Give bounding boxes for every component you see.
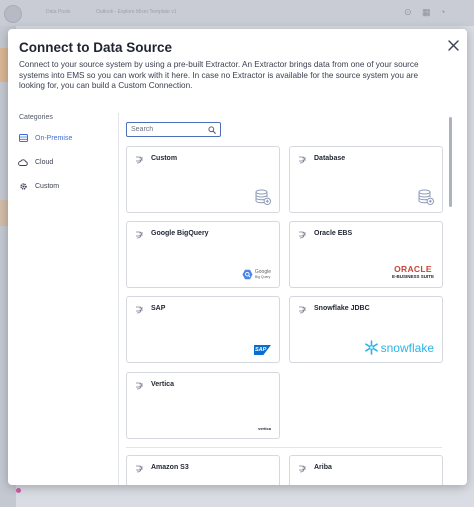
oracle-logo-text: ORACLE (394, 264, 432, 274)
google-logo-text: Google (254, 268, 271, 275)
sidebar-divider (118, 113, 119, 485)
background-breadcrumb-1: Data Pools (46, 9, 71, 15)
scrollbar[interactable] (449, 117, 452, 207)
connector-name: SAP (151, 305, 166, 312)
close-icon (447, 39, 459, 51)
plug-icon (299, 465, 306, 473)
category-label: Cloud (35, 158, 54, 166)
plug-icon (299, 231, 306, 239)
connector-name: Custom (151, 155, 178, 162)
connector-card-vertica[interactable]: Vertica vertica (126, 372, 280, 439)
connector-name: Google BigQuery (151, 230, 209, 237)
connector-card-google-bigquery[interactable]: Google BigQuery Google Big Query (126, 221, 280, 288)
sap-logo: SAP (254, 345, 271, 355)
category-label: Custom (35, 182, 60, 190)
search-box[interactable] (126, 122, 221, 137)
category-cloud[interactable]: Cloud (18, 155, 53, 169)
gear-icon (18, 181, 28, 191)
bigquery-hexagon-icon (242, 269, 253, 280)
plug-icon (136, 156, 143, 164)
category-label: On-Premise (35, 134, 73, 142)
connector-card-sap[interactable]: SAP SAP (126, 296, 280, 363)
cloud-icon (18, 157, 28, 167)
category-on-premise[interactable]: On-Premise (18, 131, 72, 145)
snowflake-icon (364, 340, 378, 355)
oracle-logo: ORACLE E-BUSINESS SUITE (391, 264, 434, 280)
bigquery-logo-text: Big Query (254, 274, 271, 279)
database-plus-icon (418, 189, 434, 205)
snowflake-logo-text: snowflake (380, 340, 434, 355)
connector-name: Amazon S3 (151, 464, 189, 471)
plug-icon (136, 382, 143, 390)
connector-card-custom[interactable]: Custom (126, 146, 280, 213)
background-avatar (4, 5, 22, 23)
search-icon (208, 125, 216, 134)
connector-name: Snowflake JDBC (314, 305, 370, 312)
connector-name: Oracle EBS (314, 230, 353, 237)
sap-logo-text: SAP (255, 347, 267, 353)
background-breadcrumb-2: Outlook - Explore Mixer Template v1 (96, 9, 177, 15)
background-bell-icon: ◔ (440, 7, 446, 17)
category-custom[interactable]: Custom (18, 179, 59, 193)
connector-name: Vertica (151, 381, 174, 388)
connector-card-amazon-s3[interactable]: Amazon S3 (126, 455, 280, 485)
close-button[interactable] (445, 37, 461, 53)
section-divider (126, 447, 442, 448)
modal-description: Connect to your source system by using a… (19, 60, 419, 91)
background-topbar: Data Pools Outlook - Explore Mixer Templ… (0, 0, 474, 26)
connect-data-source-modal: Connect to Data Source Connect to your s… (8, 29, 467, 485)
connector-card-snowflake-jdbc[interactable]: Snowflake JDBC snowflake (289, 296, 443, 363)
background-help-icon: ⊙ (404, 7, 412, 17)
server-icon (18, 133, 28, 143)
snowflake-logo: snowflake (364, 340, 434, 355)
plug-icon (299, 156, 306, 164)
plug-icon (299, 306, 306, 314)
categories-heading: Categories (19, 114, 53, 121)
search-input[interactable] (131, 126, 208, 133)
connector-card-ariba[interactable]: Ariba (289, 455, 443, 485)
vertica-logo: vertica (258, 426, 271, 431)
connector-card-database[interactable]: Database (289, 146, 443, 213)
background-grid-icon: ▦ (422, 7, 431, 17)
connector-card-oracle-ebs[interactable]: Oracle EBS ORACLE E-BUSINESS SUITE (289, 221, 443, 288)
connector-name: Database (314, 155, 346, 162)
database-plus-icon (255, 189, 271, 205)
plug-icon (136, 465, 143, 473)
plug-icon (136, 306, 143, 314)
modal-title: Connect to Data Source (19, 40, 173, 55)
background-status-dot (16, 488, 21, 493)
connector-name: Ariba (314, 464, 332, 471)
plug-icon (136, 231, 143, 239)
google-bigquery-logo: Google Big Query (242, 269, 271, 280)
oracle-logo-subtext: E-BUSINESS SUITE (391, 274, 434, 279)
